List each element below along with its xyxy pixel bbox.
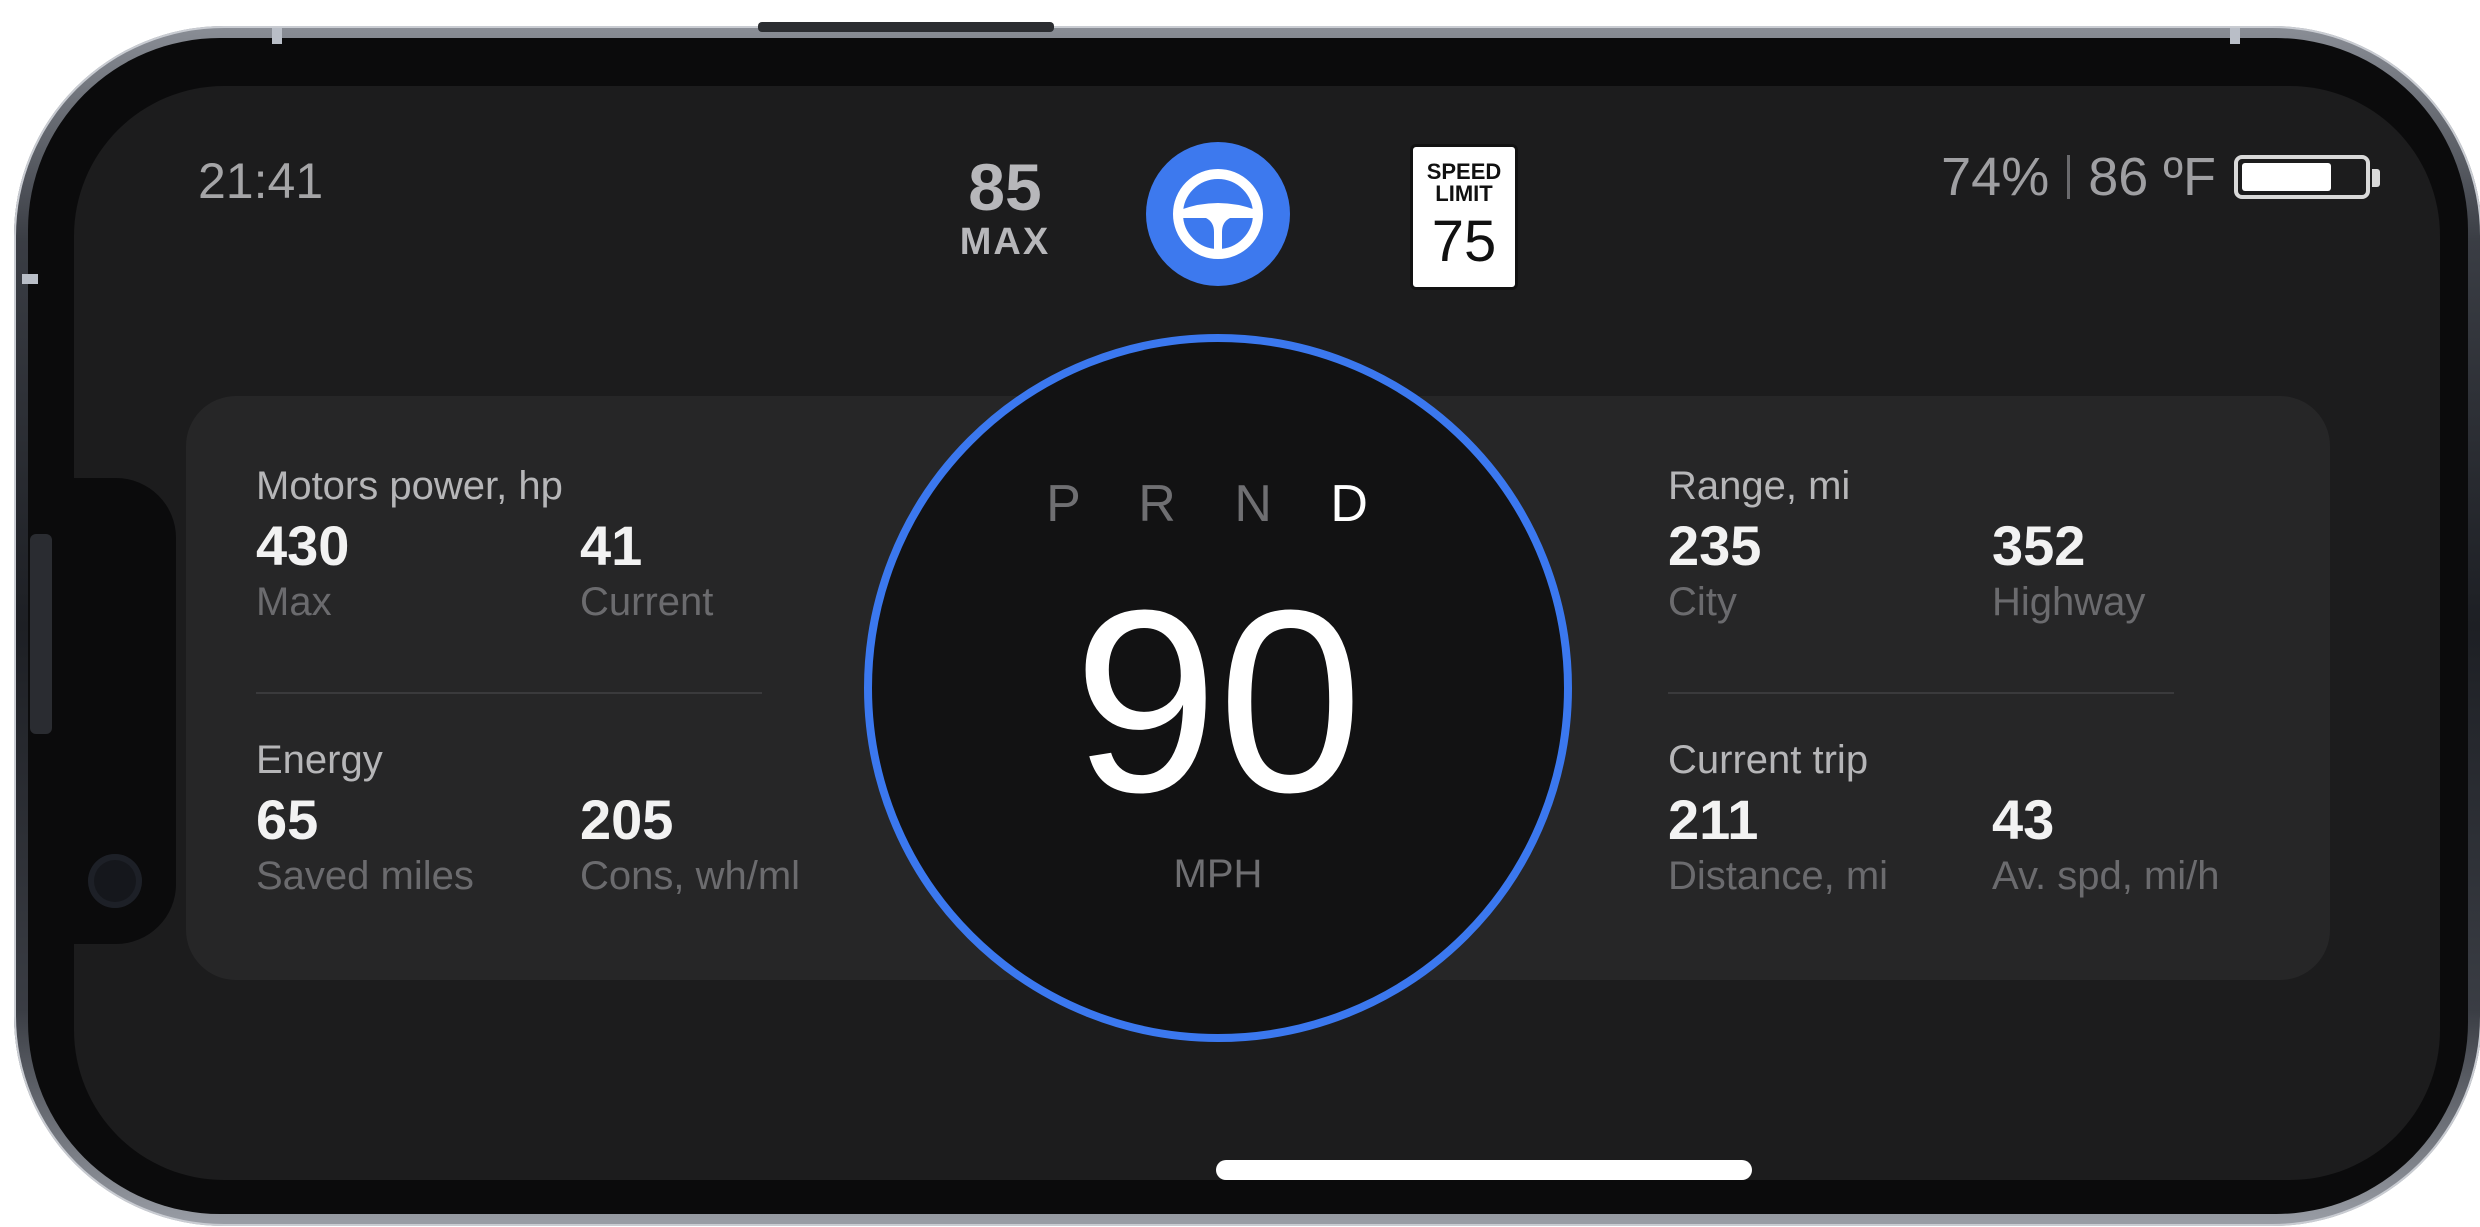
stat-value: 211 bbox=[1668, 788, 1759, 851]
battery-fill bbox=[2242, 163, 2331, 191]
battery-percent: 74% bbox=[1941, 147, 2050, 207]
energy-saved-stat: 65 Saved miles bbox=[256, 788, 474, 900]
range-city-stat: 235 City bbox=[1668, 514, 1761, 626]
trip-average-speed-stat: 43 Av. spd, mi/h bbox=[1992, 788, 2220, 900]
gear-r[interactable]: R bbox=[1138, 475, 1198, 533]
max-speed-label: MAX bbox=[959, 221, 1051, 263]
stat-value: 205 bbox=[580, 788, 674, 851]
status-divider bbox=[2067, 155, 2071, 199]
motors-power-group: Motors power, hp bbox=[256, 464, 563, 509]
max-speed-value: 85 bbox=[968, 150, 1042, 224]
clock: 21:41 bbox=[198, 153, 324, 209]
motors-max-stat: 430 Max bbox=[256, 514, 349, 626]
stat-label: City bbox=[1668, 580, 1737, 624]
battery-icon bbox=[2234, 155, 2380, 199]
dashboard-screen: 21:41 74% 86 ºF 85 MAX SPEED LIMIT 75 Mo… bbox=[74, 86, 2440, 1180]
right-divider bbox=[1668, 692, 2174, 694]
range-title: Range, mi bbox=[1668, 464, 1851, 508]
speedometer: P R N D 90 MPH bbox=[864, 334, 1572, 1042]
gear-p[interactable]: P bbox=[1046, 475, 1102, 533]
energy-title: Energy bbox=[256, 738, 383, 782]
stat-label: Saved miles bbox=[256, 854, 474, 898]
status-right: 74% 86 ºF bbox=[1941, 146, 2380, 208]
speed-limit-sign: SPEED LIMIT 75 bbox=[1410, 144, 1518, 290]
steering-wheel-icon bbox=[1173, 169, 1263, 259]
max-speed-setting[interactable]: 85 MAX bbox=[914, 152, 1096, 262]
motors-current-stat: 41 Current bbox=[580, 514, 713, 626]
stat-label: Max bbox=[256, 580, 332, 624]
stat-label: Cons, wh/ml bbox=[580, 854, 801, 898]
antenna-band bbox=[2230, 28, 2240, 44]
outside-temperature: 86 ºF bbox=[2088, 147, 2216, 207]
phone-top-button bbox=[758, 22, 1054, 32]
speed-limit-title: SPEED LIMIT bbox=[1426, 159, 1502, 206]
battery-tip bbox=[2372, 169, 2380, 187]
stat-label: Av. spd, mi/h bbox=[1992, 854, 2220, 898]
gear-selector[interactable]: P R N D bbox=[872, 474, 1564, 534]
trip-distance-stat: 211 Distance, mi bbox=[1668, 788, 1888, 900]
current-trip-group: Current trip bbox=[1668, 738, 1868, 783]
stat-label: Highway bbox=[1992, 580, 2146, 624]
antenna-band bbox=[22, 274, 38, 284]
stat-value: 430 bbox=[256, 514, 350, 577]
left-divider bbox=[256, 692, 762, 694]
stat-value: 65 bbox=[256, 788, 319, 851]
energy-consumption-stat: 205 Cons, wh/ml bbox=[580, 788, 800, 900]
gear-n[interactable]: N bbox=[1234, 475, 1294, 533]
stat-label: Distance, mi bbox=[1668, 854, 1889, 898]
gear-d[interactable]: D bbox=[1330, 475, 1390, 533]
phone-side-button bbox=[30, 534, 52, 734]
stat-value: 352 bbox=[1992, 514, 2086, 577]
current-trip-title: Current trip bbox=[1668, 738, 1869, 782]
range-highway-stat: 352 Highway bbox=[1992, 514, 2145, 626]
energy-group: Energy bbox=[256, 738, 383, 783]
speed-unit: MPH bbox=[1173, 852, 1263, 896]
autopilot-button[interactable] bbox=[1146, 142, 1290, 286]
stat-value: 41 bbox=[580, 514, 643, 577]
camera-notch bbox=[74, 478, 176, 944]
antenna-band bbox=[272, 28, 282, 44]
camera-lens bbox=[88, 854, 142, 908]
home-indicator[interactable] bbox=[1216, 1160, 1752, 1180]
motors-power-title: Motors power, hp bbox=[256, 464, 563, 508]
current-speed: 90 bbox=[1073, 557, 1363, 847]
stat-value: 235 bbox=[1668, 514, 1762, 577]
range-group: Range, mi bbox=[1668, 464, 1850, 509]
stat-label: Current bbox=[580, 580, 714, 624]
stat-value: 43 bbox=[1992, 788, 2055, 851]
speed-limit-value: 75 bbox=[1431, 209, 1497, 274]
